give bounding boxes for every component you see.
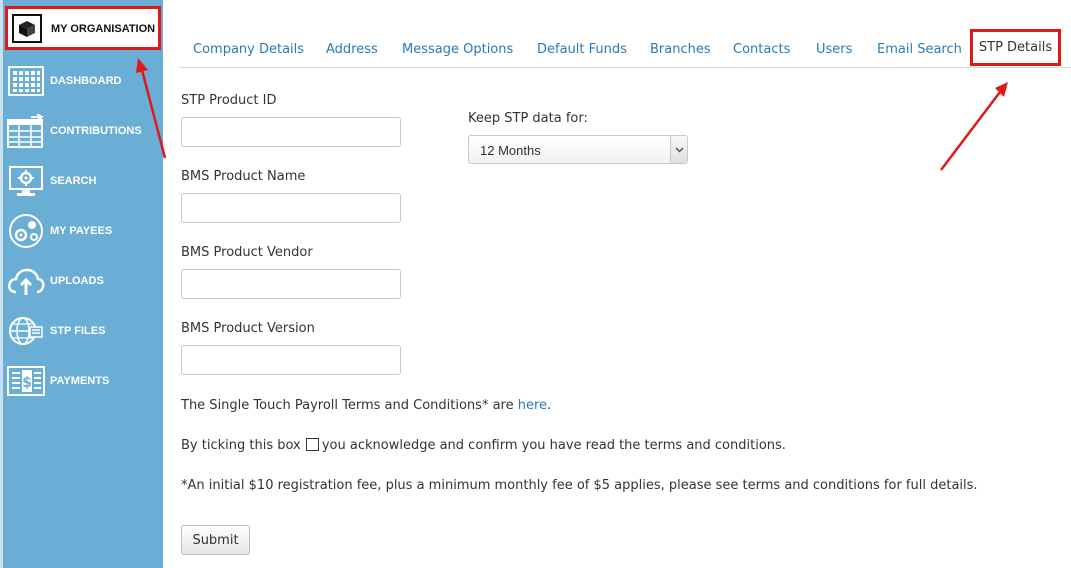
tab-bar: Company Details Address Message Options … [179,30,1071,68]
search-icon [7,162,45,200]
contributions-icon [7,112,45,150]
keep-stp-select[interactable]: 12 Months [468,135,688,164]
terms-period: . [547,398,552,413]
bms-product-version-label: BMS Product Version [181,321,315,336]
nav-dashboard[interactable]: DASHBOARD [0,56,163,106]
bms-product-vendor-label: BMS Product Vendor [181,245,313,260]
tab-default-funds[interactable]: Default Funds [537,42,627,57]
terms-intro-text: The Single Touch Payroll Terms and Condi… [181,398,518,413]
nav-payments-label: PAYMENTS [50,375,110,387]
terms-line: The Single Touch Payroll Terms and Condi… [181,398,551,413]
terms-here-link[interactable]: here [518,398,547,413]
keep-stp-selected-value: 12 Months [480,143,541,158]
nav-stp-files[interactable]: STP FILES [0,306,163,356]
tab-stp-details[interactable]: STP Details [970,29,1061,66]
svg-text:$: $ [22,375,32,391]
bms-product-version-input[interactable] [181,345,401,375]
nav-contributions-label: CONTRIBUTIONS [50,125,142,137]
upload-cloud-icon [7,262,45,300]
sidebar: MY ORGANISATION DASHBOARD CONTRIBUTIONS … [0,0,163,568]
stp-product-id-input[interactable] [181,117,401,147]
nav-my-payees[interactable]: MY PAYEES [0,206,163,256]
tab-address[interactable]: Address [326,42,378,57]
stp-product-id-label: STP Product ID [181,93,277,108]
tab-company-details[interactable]: Company Details [193,42,304,57]
terms-checkbox[interactable] [305,438,319,451]
nav-dashboard-label: DASHBOARD [50,75,122,87]
nav-uploads[interactable]: UPLOADS [0,256,163,306]
bms-product-name-input[interactable] [181,193,401,223]
nav-search-label: SEARCH [50,175,97,187]
fee-note: *An initial $10 registration fee, plus a… [181,478,978,493]
nav-uploads-label: UPLOADS [50,275,104,287]
nav-payments[interactable]: $ PAYMENTS [0,356,163,406]
payees-icon [7,212,45,250]
nav-my-payees-label: MY PAYEES [50,225,113,237]
dashboard-icon [7,62,45,100]
acknowledge-text-after: you acknowledge and confirm you have rea… [321,438,786,453]
chevron-down-icon [670,136,687,163]
annotation-arrow-tab [940,82,1008,171]
tab-users[interactable]: Users [816,42,852,57]
tab-branches[interactable]: Branches [650,42,711,57]
tab-contacts[interactable]: Contacts [733,42,790,57]
acknowledge-text-before: By ticking this box [181,438,301,453]
nav-my-organisation-label: MY ORGANISATION [51,23,156,35]
nav-search[interactable]: SEARCH [0,156,163,206]
payments-icon: $ [7,362,45,400]
bms-product-name-label: BMS Product Name [181,169,306,184]
tab-email-search[interactable]: Email Search [877,42,962,57]
acknowledge-line: By ticking this box you acknowledge and … [181,438,786,453]
nav-my-organisation[interactable]: MY ORGANISATION [5,6,161,50]
organisation-cube-icon [12,14,42,43]
stp-files-icon [7,312,45,350]
nav-contributions[interactable]: CONTRIBUTIONS [0,106,163,156]
nav-stp-files-label: STP FILES [50,325,106,337]
bms-product-vendor-input[interactable] [181,269,401,299]
keep-stp-label: Keep STP data for: [468,111,588,126]
tab-message-options[interactable]: Message Options [402,42,513,57]
submit-button[interactable]: Submit [181,525,250,555]
